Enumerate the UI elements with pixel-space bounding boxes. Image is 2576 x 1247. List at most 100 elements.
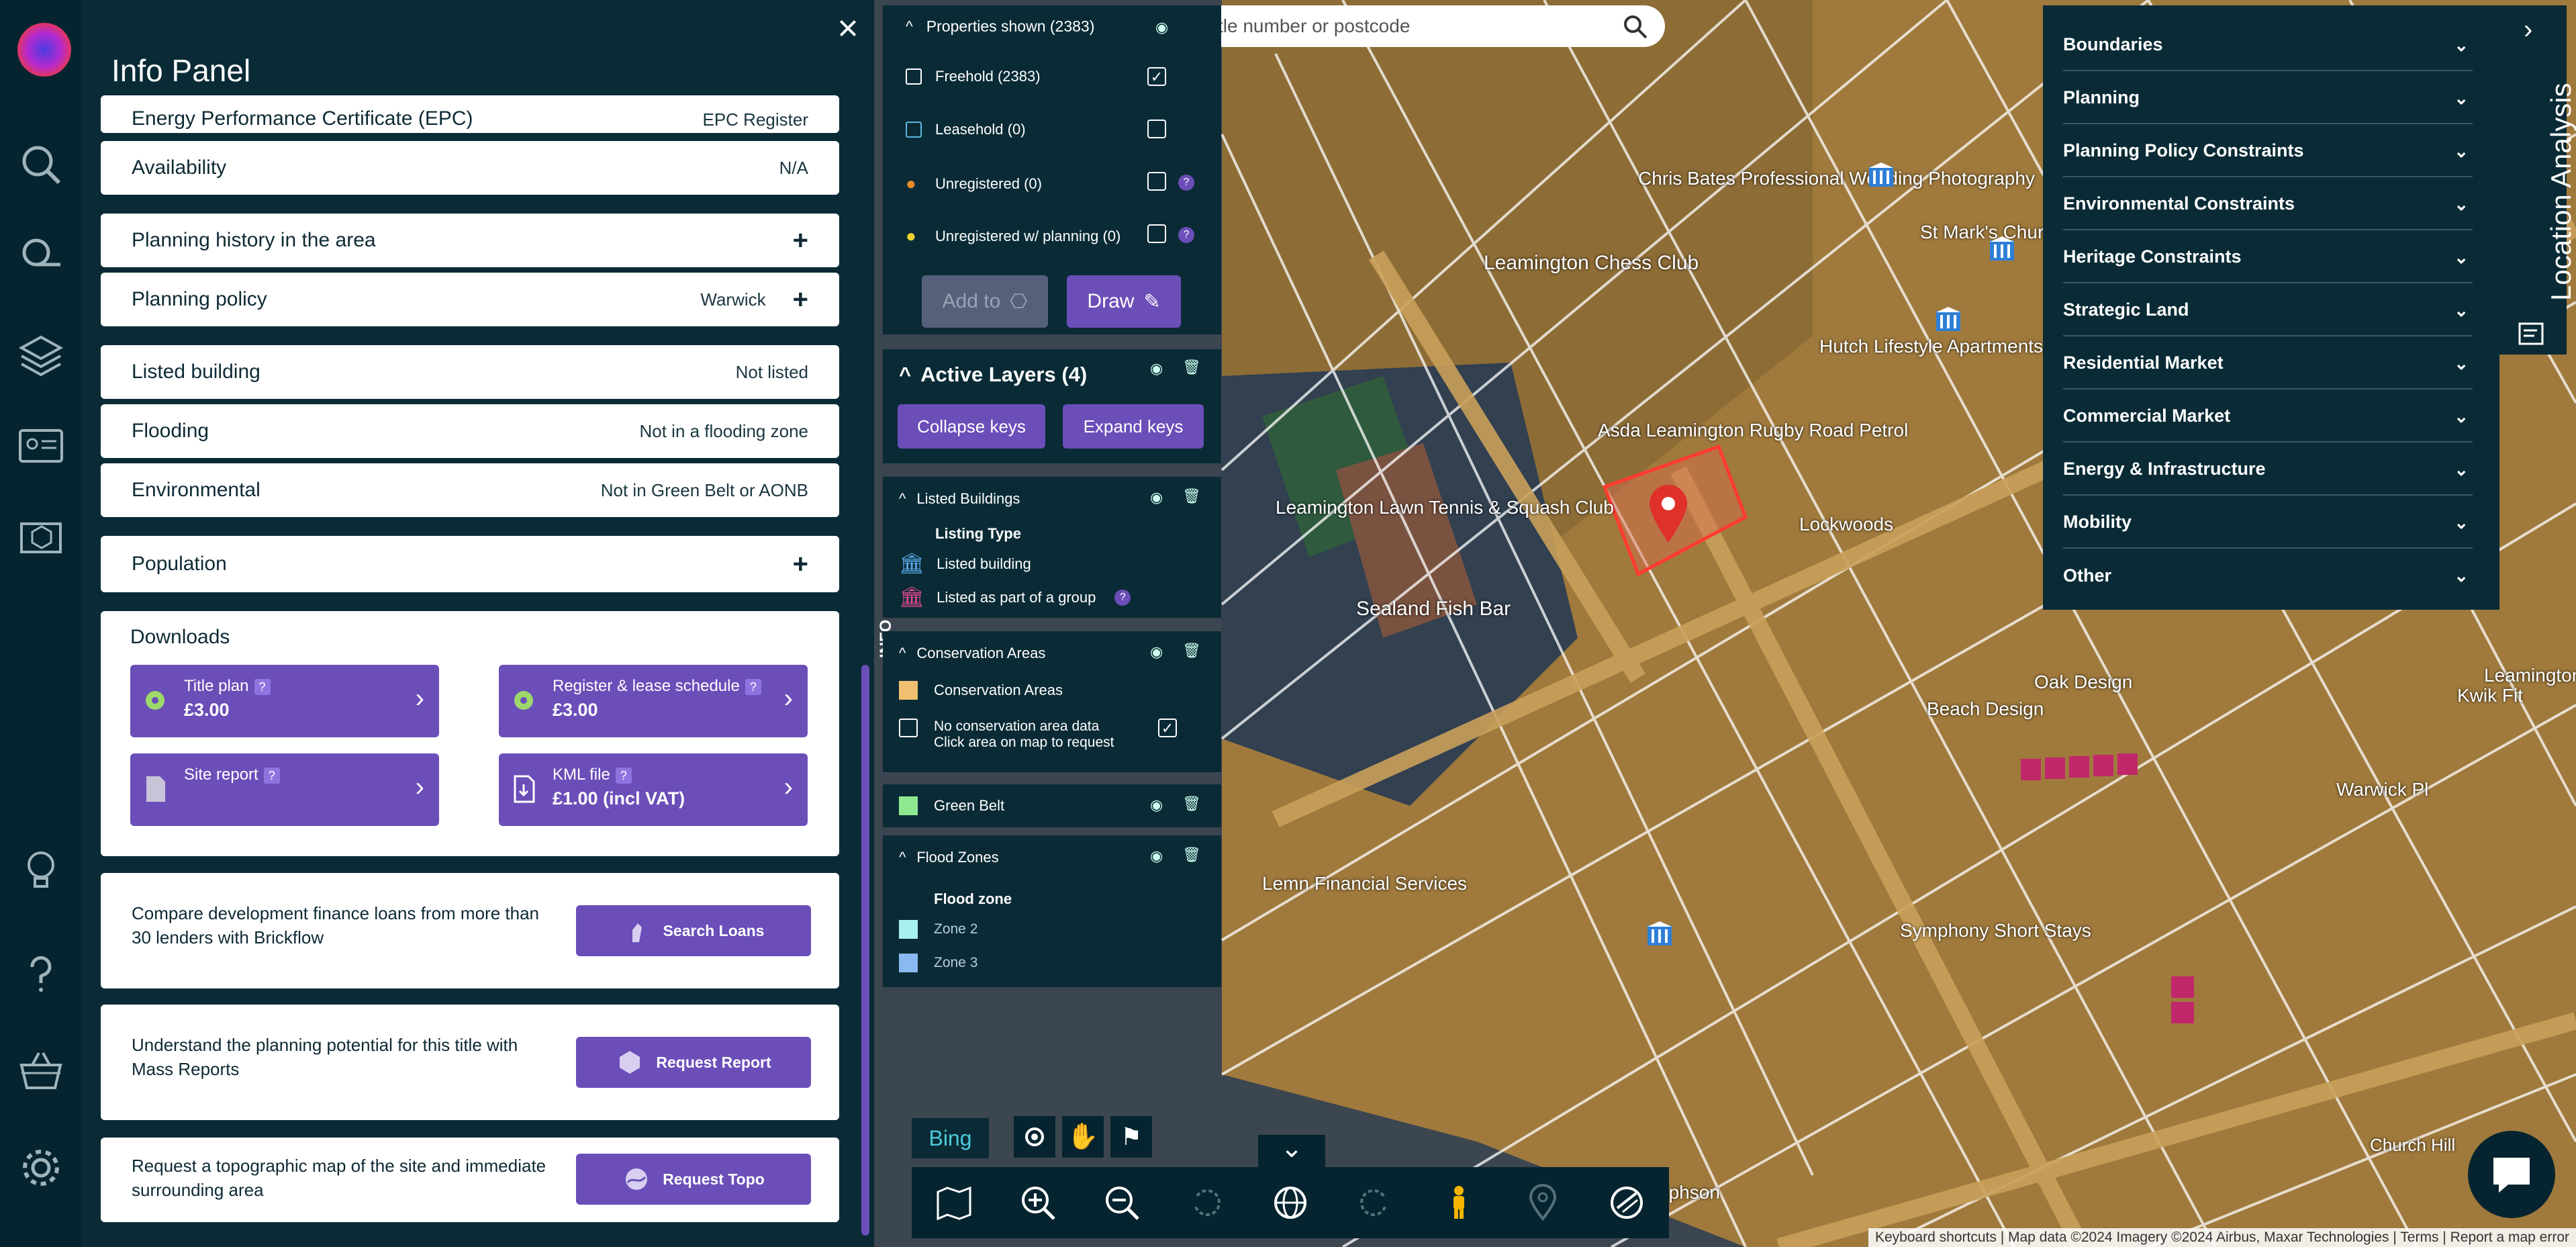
listed-building-marker-icon[interactable] — [1866, 161, 1896, 191]
draw-button[interactable]: Draw✎ — [1067, 275, 1181, 328]
population-row[interactable]: Population + — [101, 536, 839, 592]
help-badge-icon[interactable]: ? — [745, 679, 761, 695]
help-badge-icon[interactable]: ? — [1178, 227, 1194, 243]
listed-building-marker-icon[interactable] — [1987, 235, 2017, 265]
leasehold-checkbox[interactable] — [1147, 120, 1166, 138]
app-logo[interactable] — [17, 23, 71, 77]
listed-building-group-marker-icon[interactable] — [2021, 752, 2155, 786]
ideas-nav-button[interactable] — [15, 843, 67, 896]
site-report-download-button[interactable]: Site report? › — [130, 753, 439, 826]
help-badge-icon[interactable]: ? — [616, 768, 632, 784]
map-attribution[interactable]: Keyboard shortcuts | Map data ©2024 Imag… — [1868, 1228, 2576, 1247]
trash-icon[interactable]: 🗑 — [1182, 488, 1201, 505]
la-item-planning-policy-constraints[interactable]: Planning Policy Constraints⌄ — [2063, 125, 2473, 177]
la-item-mobility[interactable]: Mobility⌄ — [2063, 496, 2473, 549]
register-lease-download-button[interactable]: Register & lease schedule? £3.00 › — [499, 665, 808, 737]
epc-row[interactable]: Energy Performance Certificate (EPC) EPC… — [101, 95, 839, 133]
listed-building-marker-icon[interactable] — [1645, 920, 1674, 950]
kml-file-download-button[interactable]: KML file? £1.00 (incl VAT) › — [499, 753, 808, 826]
basket-nav-button[interactable] — [15, 1045, 67, 1097]
request-topo-button[interactable]: Request Topo — [576, 1154, 811, 1205]
base-map-button[interactable] — [1607, 1183, 1647, 1223]
measure-nav-button[interactable] — [15, 228, 67, 281]
la-item-other[interactable]: Other⌄ — [2063, 549, 2473, 602]
help-nav-button[interactable] — [15, 948, 67, 1001]
register-icon — [511, 686, 536, 714]
planning-policy-row[interactable]: Planning policy Warwick + — [101, 273, 839, 326]
search-loans-button[interactable]: Search Loans — [576, 905, 811, 956]
properties-header[interactable]: ^ Properties shown (2383) — [906, 17, 1094, 36]
unregistered-checkbox[interactable] — [1147, 172, 1166, 191]
globe-button[interactable] — [1270, 1183, 1310, 1223]
help-badge-icon[interactable]: ? — [264, 768, 280, 784]
help-badge-icon[interactable]: ? — [254, 679, 271, 695]
listed-building-group-marker-icon[interactable] — [2168, 974, 2198, 1027]
zoom-out-button[interactable] — [1102, 1183, 1142, 1223]
layer-header[interactable]: ^Flood Zones — [899, 849, 999, 866]
la-item-heritage-constraints[interactable]: Heritage Constraints⌄ — [2063, 231, 2473, 283]
conservation-checkbox[interactable]: ✓ — [1158, 719, 1177, 737]
select-area-button[interactable]: ⚑ — [1110, 1116, 1152, 1158]
listed-building-marker-icon[interactable] — [1934, 306, 1963, 335]
title-plan-download-button[interactable]: Title plan? £3.00 › — [130, 665, 439, 737]
unregistered-planning-checkbox[interactable] — [1147, 224, 1166, 243]
eye-icon[interactable]: ◉ — [1150, 643, 1163, 661]
chat-button[interactable] — [2468, 1131, 2555, 1218]
eye-icon[interactable]: ◉ — [1155, 19, 1168, 36]
button-label: Request Topo — [663, 1170, 765, 1189]
la-item-label: Energy & Infrastructure — [2063, 459, 2266, 479]
street-view-button[interactable] — [1439, 1183, 1479, 1223]
toolbar-collapse-button[interactable]: ⌄ — [1258, 1135, 1325, 1168]
trash-icon[interactable]: 🗑 — [1182, 359, 1201, 376]
close-icon[interactable]: × — [832, 15, 863, 46]
3d-nav-button[interactable] — [15, 510, 67, 563]
help-badge-icon[interactable]: ? — [1178, 175, 1194, 191]
layer-header[interactable]: ^Conservation Areas — [899, 645, 1045, 662]
expand-plus-icon[interactable]: + — [793, 549, 808, 580]
trash-icon[interactable]: 🗑 — [1182, 642, 1201, 659]
eye-icon[interactable]: ◉ — [1150, 796, 1163, 814]
la-item-strategic-land[interactable]: Strategic Land⌄ — [2063, 284, 2473, 336]
search-nav-button[interactable] — [15, 138, 67, 191]
info-nav-button[interactable] — [15, 420, 67, 472]
expand-plus-icon[interactable]: + — [793, 285, 808, 315]
request-report-button[interactable]: Request Report — [576, 1037, 811, 1088]
zoom-in-button[interactable] — [1018, 1183, 1058, 1223]
trash-icon[interactable]: 🗑 — [1182, 795, 1201, 813]
layers-nav-button[interactable] — [15, 329, 67, 381]
la-item-energy-infrastructure[interactable]: Energy & Infrastructure⌄ — [2063, 443, 2473, 496]
expand-plus-icon[interactable]: + — [793, 226, 808, 256]
rotate-right-button[interactable] — [1354, 1183, 1394, 1223]
la-item-environmental-constraints[interactable]: Environmental Constraints⌄ — [2063, 178, 2473, 230]
trash-icon[interactable]: 🗑 — [1182, 846, 1201, 864]
search-icon[interactable] — [1622, 13, 1649, 40]
no-data-checkbox[interactable] — [899, 719, 918, 737]
collapse-keys-button[interactable]: Collapse keys — [898, 404, 1045, 449]
la-item-boundaries[interactable]: Boundaries⌄ — [2063, 19, 2473, 71]
la-item-planning[interactable]: Planning⌄ — [2063, 72, 2473, 124]
eye-icon[interactable]: ◉ — [1150, 489, 1163, 506]
eye-icon[interactable]: ◉ — [1150, 360, 1163, 377]
location-analysis-tab[interactable]: › Location Analysis — [2499, 5, 2567, 355]
rotate-left-button[interactable] — [1186, 1183, 1227, 1223]
location-pin-icon[interactable] — [1648, 483, 1688, 544]
recenter-button[interactable] — [1014, 1116, 1055, 1158]
active-layers-header[interactable]: ^ Active Layers (4) — [899, 363, 1087, 387]
map-style-button[interactable] — [934, 1183, 974, 1223]
planning-history-row[interactable]: Planning history in the area + — [101, 214, 839, 267]
add-to-button[interactable]: Add to⎔ — [922, 275, 1048, 328]
map-label: Kwik Fit — [2457, 685, 2523, 706]
help-badge-icon[interactable]: ? — [1114, 590, 1131, 606]
eye-icon[interactable]: ◉ — [1150, 847, 1163, 865]
layer-header[interactable]: ^Listed Buildings — [899, 490, 1020, 508]
info-panel-scrollbar[interactable] — [861, 665, 869, 1236]
drop-pin-button[interactable] — [1523, 1183, 1563, 1223]
la-item-commercial-market[interactable]: Commercial Market⌄ — [2063, 390, 2473, 443]
la-item-residential-market[interactable]: Residential Market⌄ — [2063, 337, 2473, 389]
freehold-checkbox[interactable]: ✓ — [1147, 67, 1166, 86]
basket-icon — [16, 1046, 66, 1096]
settings-nav-button[interactable] — [15, 1142, 67, 1194]
pan-button[interactable]: ✋ — [1062, 1116, 1104, 1158]
expand-keys-button[interactable]: Expand keys — [1063, 404, 1204, 449]
map-search-input[interactable]: title number or postcode — [1182, 5, 1665, 47]
